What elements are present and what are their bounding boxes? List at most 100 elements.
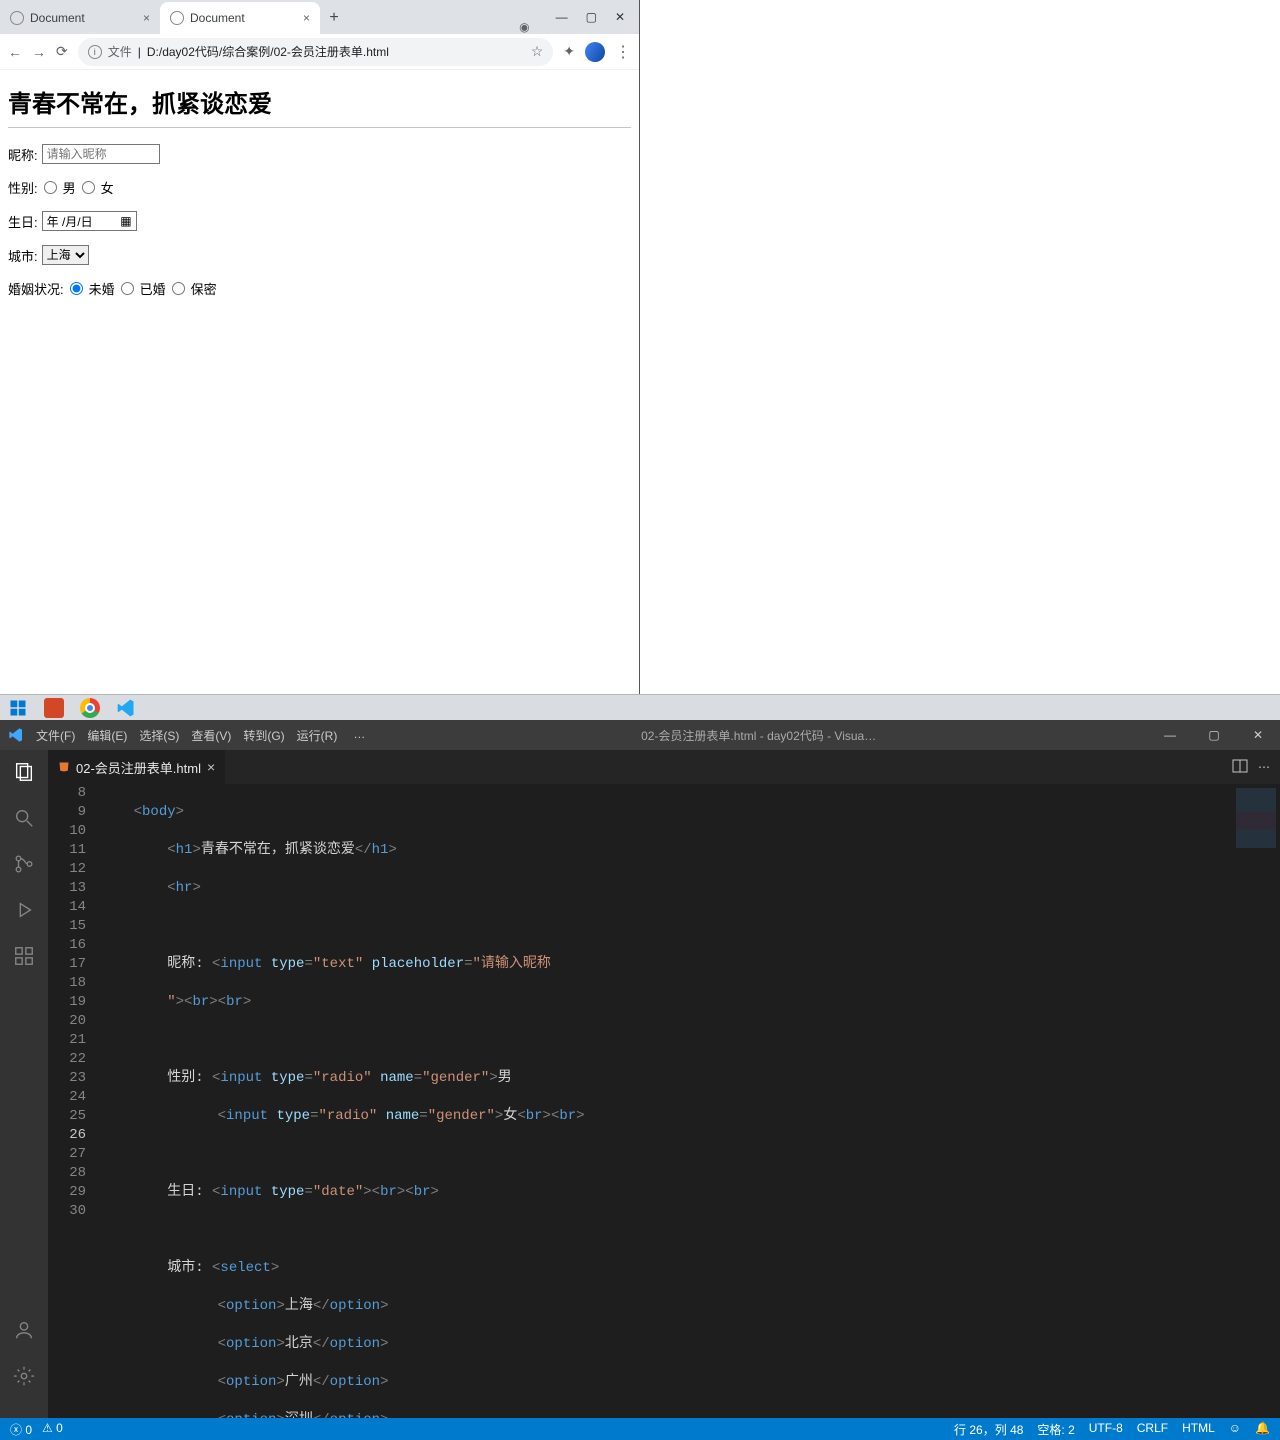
status-errors[interactable]: ⓧ 0	[10, 1421, 32, 1438]
chrome-tab-2[interactable]: Document ×	[160, 2, 320, 34]
close-icon[interactable]: ✕	[1236, 720, 1280, 750]
taskbar-vscode[interactable]	[110, 695, 142, 721]
vscode-titlebar: 文件(F) 编辑(E) 选择(S) 查看(V) 转到(G) 运行(R) … 02…	[0, 720, 1280, 750]
tab-title: Document	[190, 11, 297, 25]
line-num: 14	[56, 898, 86, 917]
window-controls: — ▢ ✕	[546, 0, 639, 34]
line-num: 19	[56, 993, 86, 1012]
bookmark-star-icon[interactable]: ☆	[531, 43, 544, 60]
menu-run[interactable]: 运行(R)	[297, 727, 338, 744]
vscode-menu: 文件(F) 编辑(E) 选择(S) 查看(V) 转到(G) 运行(R) …	[32, 727, 369, 744]
calendar-icon[interactable]: ▦	[120, 214, 131, 228]
profile-avatar[interactable]	[585, 42, 605, 62]
status-eol[interactable]: CRLF	[1137, 1421, 1168, 1438]
line-num: 25	[56, 1107, 86, 1126]
vscode-window-title: 02-会员注册表单.html - day02代码 - Visua…	[369, 727, 1148, 744]
maximize-icon[interactable]: ▢	[1192, 720, 1236, 750]
city-label: 城市:	[8, 246, 38, 265]
code-lines: <body> <h1>青春不常在，抓紧谈恋爱</h1> <hr> 昵称: <in…	[100, 784, 1232, 1418]
line-num: 22	[56, 1050, 86, 1069]
close-icon[interactable]: ×	[303, 11, 310, 25]
marry-married-text: 已婚	[140, 279, 166, 298]
line-num: 9	[56, 803, 86, 822]
editor-area: 02-会员注册表单.html × ⋯ 8 9 10 11 12 13 14	[48, 750, 1280, 1418]
windows-taskbar	[0, 694, 1280, 720]
line-num: 16	[56, 936, 86, 955]
extension-indicator-icon[interactable]: ◉	[519, 20, 529, 34]
status-bell-icon[interactable]: 🔔	[1255, 1421, 1270, 1438]
taskbar-chrome[interactable]	[74, 695, 106, 721]
close-icon[interactable]: ×	[143, 11, 150, 25]
forward-icon[interactable]: →	[32, 44, 46, 60]
line-num: 23	[56, 1069, 86, 1088]
city-select[interactable]: 上海	[42, 245, 89, 265]
close-icon[interactable]: ×	[207, 759, 215, 775]
status-encoding[interactable]: UTF-8	[1089, 1421, 1123, 1438]
status-language[interactable]: HTML	[1182, 1421, 1215, 1438]
more-actions-icon[interactable]: ⋯	[1258, 760, 1270, 774]
search-icon[interactable]	[12, 806, 36, 830]
address-bar[interactable]: i 文件 | D:/day02代码/综合案例/02-会员注册表单.html ☆	[78, 38, 554, 66]
favicon-icon	[10, 11, 24, 25]
minimize-icon[interactable]: —	[556, 10, 568, 24]
status-bar: ⓧ 0 ⚠ 0 行 26，列 48 空格: 2 UTF-8 CRLF HTML …	[0, 1418, 1280, 1440]
gender-male-radio[interactable]	[44, 181, 57, 194]
status-spaces[interactable]: 空格: 2	[1037, 1421, 1074, 1438]
vscode-logo-icon	[8, 727, 24, 743]
form-row-birthday: 生日: 年 /月/日 ▦	[8, 211, 631, 231]
marry-secret-radio[interactable]	[172, 282, 185, 295]
extensions-icon[interactable]	[12, 944, 36, 968]
account-icon[interactable]	[12, 1318, 36, 1342]
tab-title: Document	[30, 11, 137, 25]
minimize-icon[interactable]: —	[1148, 720, 1192, 750]
line-num: 11	[56, 841, 86, 860]
explorer-icon[interactable]	[12, 760, 36, 784]
marry-unmarried-radio[interactable]	[70, 282, 83, 295]
settings-gear-icon[interactable]	[12, 1364, 36, 1388]
line-num: 29	[56, 1183, 86, 1202]
menu-more[interactable]: …	[353, 727, 365, 744]
extensions-icon[interactable]: ✦	[563, 43, 575, 60]
editor-tabs: 02-会员注册表单.html × ⋯	[48, 750, 1280, 784]
code-editor[interactable]: 8 9 10 11 12 13 14 15 16 17 18 19 20 21 …	[48, 784, 1280, 1418]
chrome-tab-1[interactable]: Document ×	[0, 2, 160, 34]
reload-icon[interactable]: ⟳	[56, 43, 68, 60]
source-control-icon[interactable]	[12, 852, 36, 876]
taskbar-powerpoint[interactable]	[38, 695, 70, 721]
birthday-value: 年 /月/日	[47, 213, 93, 230]
menu-go[interactable]: 转到(G)	[243, 727, 284, 744]
status-feedback-icon[interactable]: ☺	[1229, 1421, 1241, 1438]
url-text: D:/day02代码/综合案例/02-会员注册表单.html	[147, 43, 525, 60]
debug-icon[interactable]	[12, 898, 36, 922]
maximize-icon[interactable]: ▢	[586, 10, 597, 24]
vscode-window-controls: — ▢ ✕	[1148, 720, 1280, 750]
menu-view[interactable]: 查看(V)	[191, 727, 231, 744]
back-icon[interactable]: ←	[8, 44, 22, 60]
menu-selection[interactable]: 选择(S)	[139, 727, 179, 744]
minimap[interactable]	[1232, 784, 1280, 1418]
menu-file[interactable]: 文件(F)	[36, 727, 75, 744]
kebab-menu-icon[interactable]: ⋮	[615, 42, 631, 62]
new-tab-button[interactable]: +	[320, 2, 348, 34]
marry-secret-text: 保密	[191, 279, 217, 298]
marry-married-radio[interactable]	[121, 282, 134, 295]
status-warnings[interactable]: ⚠ 0	[42, 1421, 63, 1438]
close-icon[interactable]: ✕	[615, 10, 625, 24]
site-info-icon[interactable]: i	[88, 45, 102, 59]
vscode-window: 文件(F) 编辑(E) 选择(S) 查看(V) 转到(G) 运行(R) … 02…	[0, 720, 1280, 1440]
start-button[interactable]	[2, 695, 34, 721]
status-cursor-pos[interactable]: 行 26，列 48	[954, 1421, 1023, 1438]
gender-female-radio[interactable]	[82, 181, 95, 194]
line-num: 24	[56, 1088, 86, 1107]
divider	[8, 127, 631, 128]
favicon-icon	[170, 11, 184, 25]
nickname-input[interactable]	[42, 144, 160, 164]
activity-bar	[0, 750, 48, 1418]
split-editor-icon[interactable]	[1232, 758, 1248, 777]
editor-tab-active[interactable]: 02-会员注册表单.html ×	[48, 750, 226, 784]
birthday-input[interactable]: 年 /月/日 ▦	[42, 211, 137, 231]
menu-edit[interactable]: 编辑(E)	[87, 727, 127, 744]
line-num: 13	[56, 879, 86, 898]
chrome-titlebar: Document × Document × + ◉ — ▢ ✕	[0, 0, 639, 34]
nickname-label: 昵称:	[8, 145, 38, 164]
